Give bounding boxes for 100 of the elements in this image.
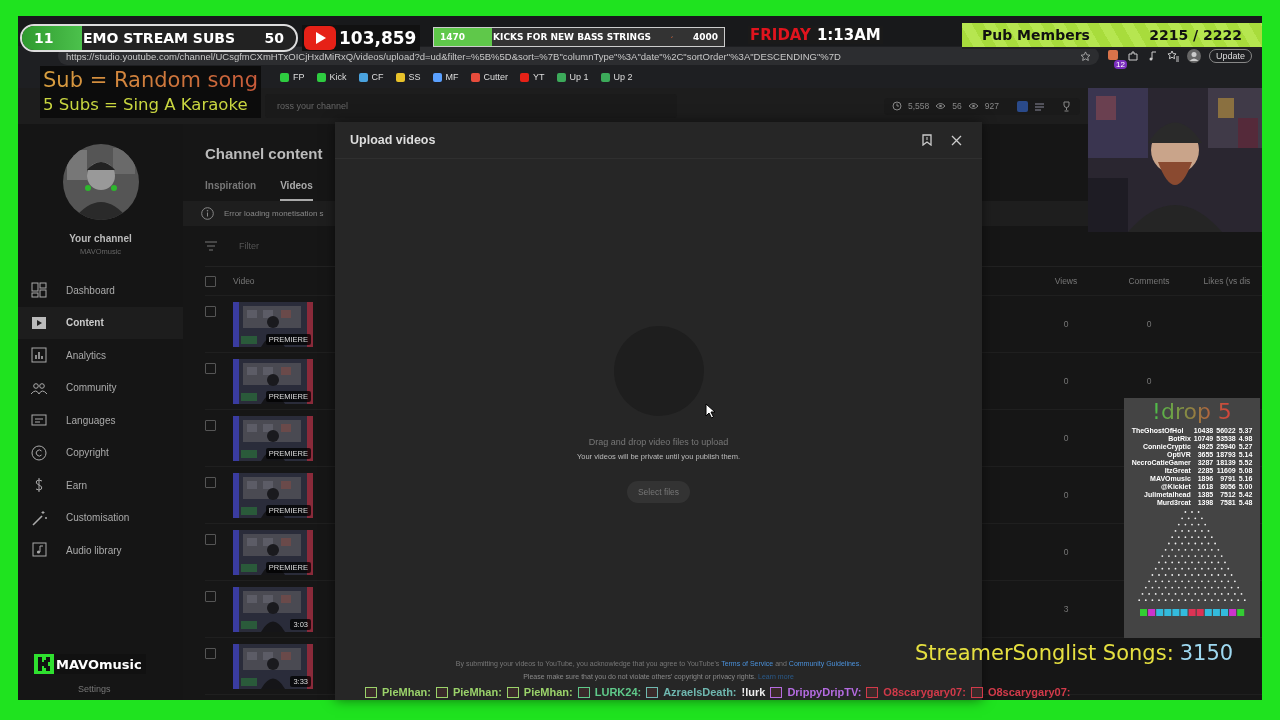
songlist-label: StreamerSonglist Songs: bbox=[915, 641, 1174, 665]
extension-icon[interactable] bbox=[1106, 49, 1119, 61]
bookmarks-star-icon[interactable] bbox=[1166, 50, 1179, 62]
goal-target: 50 bbox=[264, 30, 284, 46]
table-cell-text: 0 bbox=[1062, 490, 1070, 500]
eye-icon bbox=[935, 102, 947, 110]
table-cell-text: 0 bbox=[1062, 433, 1070, 443]
clock-time: 1:13AM bbox=[816, 26, 881, 44]
chat-badge-icon bbox=[866, 686, 879, 698]
nav-item[interactable]: Content bbox=[18, 306, 183, 339]
weekday-label: FRIDAY bbox=[750, 26, 811, 44]
bookmark-link[interactable]: MF bbox=[432, 72, 459, 82]
table-cell-text: 0 bbox=[1062, 319, 1070, 329]
copyright-icon bbox=[30, 443, 48, 462]
feedback-icon[interactable] bbox=[921, 134, 933, 146]
table-cell-text: 0 bbox=[1145, 376, 1153, 386]
streamer-name: MAVOmusic bbox=[56, 656, 142, 672]
members-count: 2215 / 2222 bbox=[1149, 27, 1242, 43]
bookmark-link[interactable]: Cutter bbox=[470, 72, 509, 82]
chat-badge-icon bbox=[506, 686, 519, 698]
stat-value: 5,558 bbox=[908, 101, 930, 111]
filter-icon[interactable] bbox=[205, 241, 217, 251]
chat-badge-icon bbox=[435, 686, 448, 698]
goal-label: EMO STREAM SUBS bbox=[82, 30, 236, 46]
error-message: Error loading monetisation s bbox=[224, 209, 324, 218]
nav-item[interactable]: Settings bbox=[78, 684, 111, 694]
table-cell-text: 0 bbox=[1145, 319, 1153, 329]
chat-username: AzraelsDeath: bbox=[663, 686, 737, 698]
upload-instruction: Drag and drop video files to upload bbox=[588, 437, 729, 447]
bookmark-link[interactable]: YT bbox=[520, 72, 545, 82]
close-icon[interactable] bbox=[951, 134, 962, 146]
nav-item[interactable]: Languages bbox=[18, 404, 183, 437]
nav-item[interactable]: Copyright bbox=[18, 436, 183, 469]
checkbox[interactable] bbox=[205, 420, 216, 431]
column-header: Likes (vs dis bbox=[1202, 276, 1252, 286]
bookmark-link[interactable]: SS bbox=[395, 72, 421, 82]
checkbox[interactable] bbox=[205, 477, 216, 488]
members-label: Pub Members bbox=[982, 27, 1090, 43]
bookmark-link[interactable]: Up 1 bbox=[556, 72, 589, 82]
chat-username: O8scarygary07: bbox=[883, 686, 966, 698]
chat-username: PieMhan: bbox=[382, 686, 431, 698]
checkbox[interactable] bbox=[205, 534, 216, 545]
stat-value: 927 bbox=[984, 101, 999, 111]
bookmark-link[interactable]: Kick bbox=[316, 72, 347, 82]
chat-message: !lurk bbox=[741, 686, 766, 698]
chat-username: PieMhan: bbox=[452, 686, 502, 698]
eye-icon bbox=[967, 102, 979, 110]
rule-text: 5 Subs = Sing A Karaoke bbox=[43, 94, 249, 116]
nav-item[interactable]: Customisation bbox=[18, 501, 183, 534]
bar-chart-icon bbox=[30, 346, 48, 365]
chat-username: LURK24: bbox=[594, 686, 642, 698]
clock-icon bbox=[892, 101, 902, 111]
nav-item[interactable]: Dashboard bbox=[18, 274, 183, 307]
page-title: Channel content bbox=[205, 145, 324, 162]
nav-item[interactable]: Analytics bbox=[18, 339, 183, 372]
checkbox[interactable] bbox=[205, 306, 216, 317]
tab[interactable]: Inspiration bbox=[205, 180, 257, 201]
songlist-count: 3150 bbox=[1179, 641, 1234, 665]
checkbox[interactable] bbox=[205, 591, 216, 602]
bookmark-link[interactable]: FP bbox=[280, 72, 305, 82]
nav-item[interactable]: Earn bbox=[18, 469, 183, 502]
nav-item[interactable]: Community bbox=[18, 371, 183, 404]
chat-badge-icon bbox=[365, 686, 377, 698]
notification-badge: 12 bbox=[1114, 60, 1127, 69]
table-cell-text: 3 bbox=[1062, 604, 1070, 614]
chat-badge-icon bbox=[646, 686, 659, 698]
chat-badge-icon bbox=[577, 686, 590, 698]
nav-item[interactable]: Audio library bbox=[18, 534, 183, 567]
column-header: Comments bbox=[1127, 276, 1171, 286]
column-header: Views bbox=[1053, 276, 1079, 286]
chat-username: O8scarygary07: bbox=[987, 686, 1071, 698]
subscriber-count: 103,859 bbox=[339, 28, 417, 48]
table-cell-text: 0 bbox=[1062, 547, 1070, 557]
list-icon[interactable] bbox=[1033, 100, 1045, 112]
goal-label: KICKS FOR NEW BASS STRINGS bbox=[493, 32, 651, 42]
trophy-icon[interactable] bbox=[1060, 100, 1072, 112]
magic-wand-icon bbox=[30, 508, 48, 527]
play-icon bbox=[304, 26, 336, 50]
stat-value: 56 bbox=[952, 101, 962, 111]
channel-name: Your channel bbox=[69, 233, 132, 244]
music-note-icon bbox=[30, 541, 48, 560]
chat-username: PieMhan: bbox=[523, 686, 573, 698]
column-header: Video bbox=[233, 276, 256, 286]
star-icon[interactable] bbox=[1079, 50, 1091, 62]
avatar-icon[interactable] bbox=[1186, 49, 1201, 63]
chat-badge-icon bbox=[970, 686, 983, 698]
grid-icon bbox=[30, 281, 48, 300]
checkbox[interactable] bbox=[205, 275, 216, 287]
bookmark-link[interactable]: Up 2 bbox=[600, 72, 633, 82]
info-icon bbox=[201, 207, 214, 220]
chat-badge-icon bbox=[770, 686, 783, 698]
goal-target: 4000 bbox=[692, 32, 718, 42]
goal-count: 11 bbox=[34, 30, 54, 46]
checkbox[interactable] bbox=[205, 363, 216, 374]
chat-username: DrippyDripTV: bbox=[787, 686, 862, 698]
checkbox[interactable] bbox=[205, 648, 216, 659]
dialog-title: Upload videos bbox=[350, 133, 437, 147]
bookmark-link[interactable]: CF bbox=[358, 72, 384, 82]
cursor-icon bbox=[705, 403, 717, 419]
goal-count: 1470 bbox=[440, 32, 466, 42]
